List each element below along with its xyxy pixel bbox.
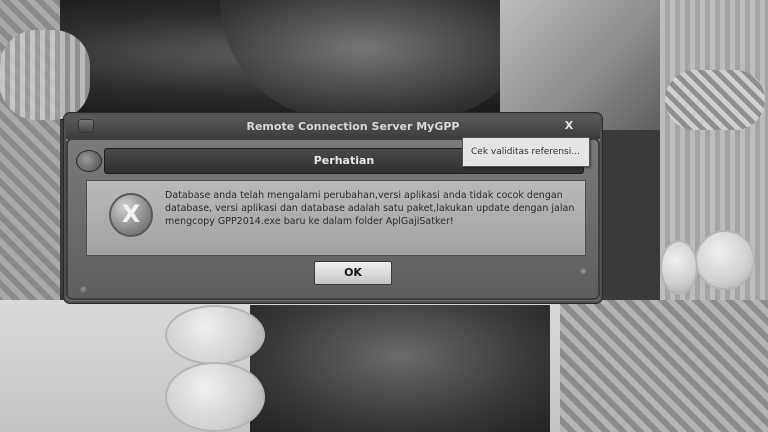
wallpaper-button-deco	[165, 305, 265, 365]
corner-rivet-icon	[580, 268, 588, 276]
wallpaper-gingham-bottom-right	[560, 300, 768, 432]
window-close-button[interactable]: X	[562, 119, 576, 133]
wallpaper-button-deco	[660, 240, 698, 295]
wallpaper-tree-photo	[250, 305, 550, 432]
dialog-body: X Database anda telah mengalami perubaha…	[86, 180, 586, 256]
wallpaper-bow-right	[665, 70, 765, 130]
wallpaper-hood	[500, 0, 670, 130]
corner-rivet-icon	[80, 286, 88, 294]
status-tooltip: Cek validitas referensi...	[462, 137, 590, 167]
error-x-icon: X	[109, 193, 153, 237]
wallpaper-button-deco	[165, 362, 265, 432]
dialog-message: Database anda telah mengalami perubahan,…	[165, 190, 575, 227]
wallpaper-bow-left	[0, 30, 90, 120]
dialog-ornament-icon	[76, 150, 102, 172]
ok-button[interactable]: OK	[314, 261, 392, 285]
wallpaper-button-deco	[695, 230, 755, 290]
system-menu-icon[interactable]	[78, 119, 94, 133]
window-titlebar: Remote Connection Server MyGPP	[66, 115, 600, 139]
